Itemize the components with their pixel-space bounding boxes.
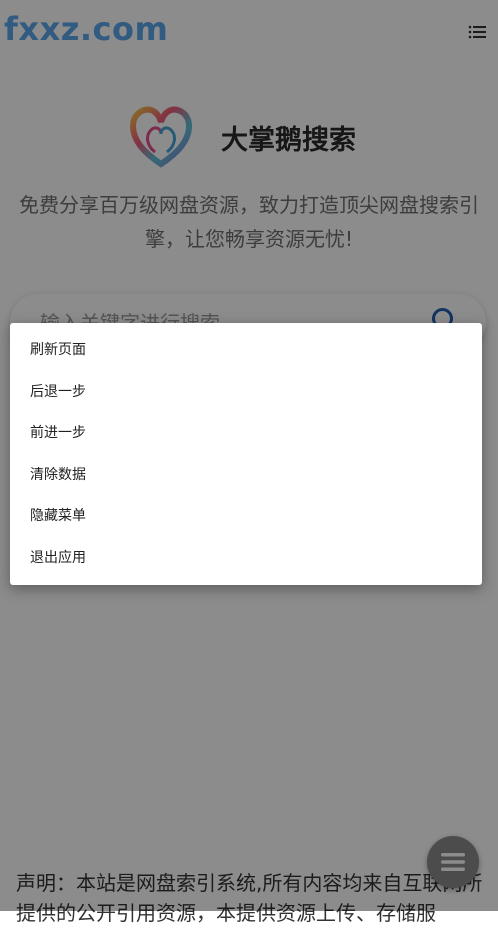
menu-item-refresh[interactable]: 刷新页面 [10, 330, 482, 372]
menu-item-clear-data[interactable]: 清除数据 [10, 455, 482, 497]
menu-item-back[interactable]: 后退一步 [10, 372, 482, 414]
menu-item-hide-menu[interactable]: 隐藏菜单 [10, 496, 482, 538]
menu-item-exit-app[interactable]: 退出应用 [10, 538, 482, 580]
menu-item-forward[interactable]: 前进一步 [10, 413, 482, 455]
context-menu: 刷新页面 后退一步 前进一步 清除数据 隐藏菜单 退出应用 [10, 323, 482, 585]
